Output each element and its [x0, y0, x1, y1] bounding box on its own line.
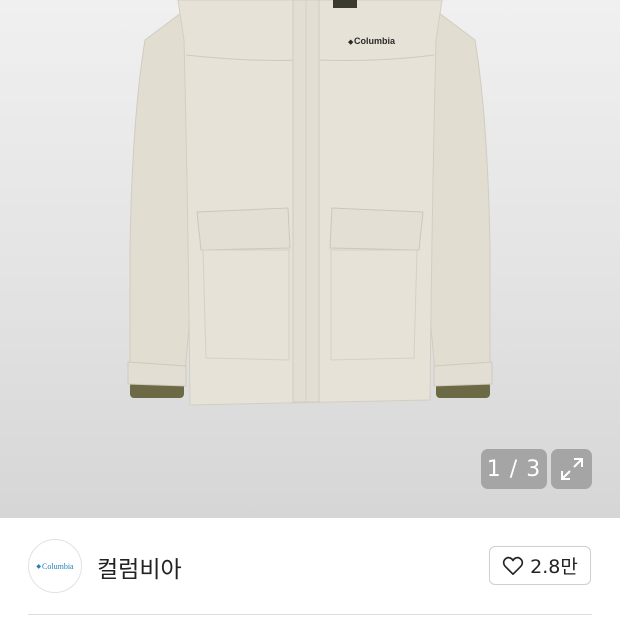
brand-logo[interactable]: ◆ Columbia: [28, 539, 82, 593]
like-count: 2.8만: [530, 556, 578, 578]
product-image-gallery[interactable]: Columbia ◆ 1 / 3: [0, 0, 620, 518]
svg-text:◆: ◆: [348, 38, 354, 46]
brand-logo-text: Columbia: [42, 561, 74, 571]
jacket-chest-logo: Columbia: [354, 36, 396, 46]
image-page-indicator: 1 / 3: [481, 449, 547, 489]
expand-image-button[interactable]: [551, 449, 592, 489]
brand-row: ◆ Columbia 컬럼비아 2.8만: [0, 518, 620, 614]
product-page: Columbia ◆ 1 / 3 ◆ Columbia 컬럼비아 2.8만: [0, 0, 620, 620]
logo-diamond-icon: ◆: [36, 563, 42, 570]
heart-outline-icon: [502, 556, 524, 575]
brand-name[interactable]: 컬럼비아: [97, 550, 182, 584]
expand-icon: [560, 458, 583, 480]
product-image: Columbia ◆: [127, 0, 493, 406]
divider: [28, 614, 592, 615]
like-button[interactable]: 2.8만: [489, 546, 591, 585]
